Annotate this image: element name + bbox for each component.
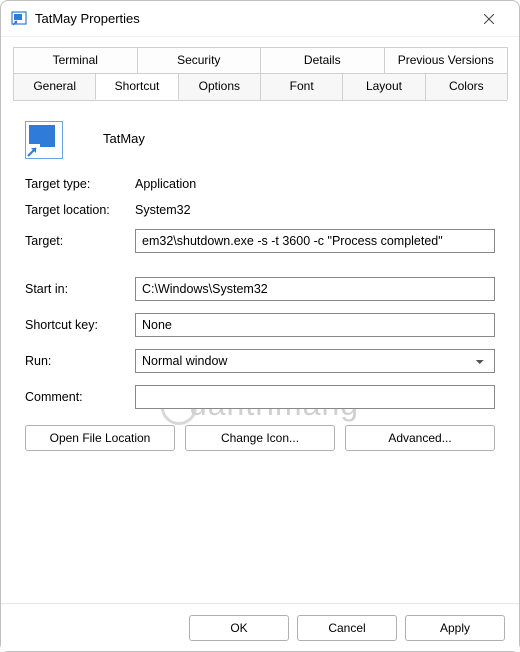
apply-button[interactable]: Apply	[405, 615, 505, 641]
close-icon	[484, 14, 494, 24]
tab-security[interactable]: Security	[137, 47, 262, 73]
startin-input[interactable]	[135, 277, 495, 301]
tab-content-shortcut: uantrimang TatMay Target type: Applicati…	[1, 101, 519, 461]
run-row: Run: Normal window	[25, 349, 495, 373]
tab-terminal[interactable]: Terminal	[13, 47, 138, 73]
target-type-row: Target type: Application	[25, 177, 495, 191]
window-icon	[11, 11, 27, 27]
ok-button[interactable]: OK	[189, 615, 289, 641]
tabs-row-2: General Shortcut Options Font Layout Col…	[13, 73, 507, 101]
target-row: Target:	[25, 229, 495, 253]
tabs-row-1: Terminal Security Details Previous Versi…	[13, 47, 507, 74]
target-type-value: Application	[135, 177, 196, 191]
run-select-value: Normal window	[142, 354, 227, 368]
shortcutkey-row: Shortcut key:	[25, 313, 495, 337]
run-select[interactable]: Normal window	[135, 349, 495, 373]
tab-options[interactable]: Options	[178, 73, 261, 100]
cancel-button[interactable]: Cancel	[297, 615, 397, 641]
startin-row: Start in:	[25, 277, 495, 301]
action-buttons-row: Open File Location Change Icon... Advanc…	[25, 425, 495, 451]
target-type-label: Target type:	[25, 177, 135, 191]
comment-label: Comment:	[25, 390, 135, 404]
run-label: Run:	[25, 354, 135, 368]
shortcut-name: TatMay	[103, 131, 145, 146]
shortcut-file-icon	[25, 121, 63, 159]
startin-label: Start in:	[25, 282, 135, 296]
shortcutkey-input[interactable]	[135, 313, 495, 337]
target-location-row: Target location: System32	[25, 203, 495, 217]
tab-general[interactable]: General	[13, 73, 96, 100]
tab-colors[interactable]: Colors	[425, 73, 508, 100]
close-button[interactable]	[469, 3, 509, 35]
tab-font[interactable]: Font	[260, 73, 343, 100]
titlebar: TatMay Properties	[1, 1, 519, 37]
tabs-area: Terminal Security Details Previous Versi…	[1, 37, 519, 101]
target-label: Target:	[25, 234, 135, 248]
change-icon-button[interactable]: Change Icon...	[185, 425, 335, 451]
shortcutkey-label: Shortcut key:	[25, 318, 135, 332]
advanced-button[interactable]: Advanced...	[345, 425, 495, 451]
comment-input[interactable]	[135, 385, 495, 409]
target-location-label: Target location:	[25, 203, 135, 217]
tab-previous-versions[interactable]: Previous Versions	[384, 47, 509, 73]
shortcut-overlay-icon	[26, 144, 40, 158]
tab-shortcut[interactable]: Shortcut	[95, 73, 178, 100]
window-title: TatMay Properties	[35, 11, 140, 26]
comment-row: Comment:	[25, 385, 495, 409]
target-input[interactable]	[135, 229, 495, 253]
target-location-value: System32	[135, 203, 191, 217]
tab-details[interactable]: Details	[260, 47, 385, 73]
tab-layout[interactable]: Layout	[342, 73, 425, 100]
shortcut-header: TatMay	[25, 117, 495, 159]
open-file-location-button[interactable]: Open File Location	[25, 425, 175, 451]
dialog-footer: OK Cancel Apply	[1, 603, 519, 651]
